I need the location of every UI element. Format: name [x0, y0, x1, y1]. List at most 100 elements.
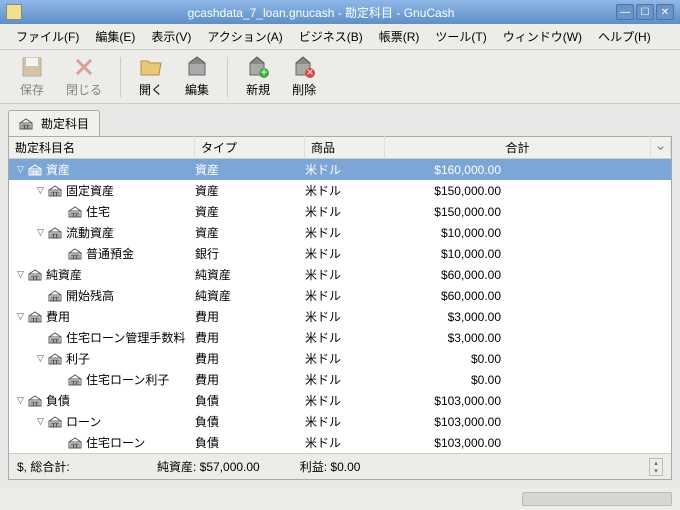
menu-view[interactable]: 表示(V): [143, 25, 199, 48]
column-menu-button[interactable]: [651, 140, 671, 156]
tab-label: 勘定科目: [41, 115, 89, 132]
summary-bar: $, 総合計: 純資産: $57,000.00 利益: $0.00 ▴▾: [9, 453, 671, 479]
open-label: 開く: [139, 81, 163, 98]
account-icon: [48, 185, 62, 197]
column-commodity[interactable]: 商品: [305, 136, 385, 159]
account-type: 負債: [195, 434, 305, 451]
account-name: 普通預金: [86, 245, 134, 262]
menu-business[interactable]: ビジネス(B): [291, 25, 371, 48]
maximize-button[interactable]: ☐: [636, 4, 654, 20]
account-type: 資産: [195, 203, 305, 220]
progress-placeholder: [522, 492, 672, 506]
account-name-cell: 住宅ローン管理手数料: [15, 329, 195, 346]
account-icon: [48, 332, 62, 344]
column-type[interactable]: タイプ: [195, 136, 305, 159]
expand-toggle[interactable]: ▽: [15, 395, 26, 406]
account-commodity: 米ドル: [305, 434, 385, 451]
account-icon: [28, 311, 42, 323]
summary-dropdown[interactable]: ▴▾: [649, 458, 663, 476]
account-name-cell: ▽資産: [15, 161, 195, 178]
account-total: $3,000.00: [385, 310, 671, 324]
delete-icon: ×: [292, 55, 316, 79]
expand-toggle[interactable]: ▽: [35, 353, 46, 364]
toolbar: 保存 閉じる 開く 編集 + 新規 × 削除: [0, 50, 680, 104]
folder-open-icon: [139, 55, 163, 79]
account-icon: [28, 395, 42, 407]
account-row[interactable]: 住宅ローン負債米ドル$103,000.00: [9, 432, 671, 453]
account-row[interactable]: ▽利子費用米ドル$0.00: [9, 348, 671, 369]
open-button[interactable]: 開く: [129, 51, 173, 102]
menu-help[interactable]: ヘルプ(H): [590, 25, 659, 48]
account-name: 住宅ローン管理手数料: [66, 329, 185, 346]
tab-accounts[interactable]: 勘定科目: [8, 110, 100, 136]
account-commodity: 米ドル: [305, 266, 385, 283]
account-name: 流動資産: [66, 224, 114, 241]
expand-toggle: [35, 290, 46, 301]
account-commodity: 米ドル: [305, 308, 385, 325]
account-row[interactable]: 住宅ローン利子費用米ドル$0.00: [9, 369, 671, 390]
column-name[interactable]: 勘定科目名: [9, 136, 195, 159]
summary-profit: 利益: $0.00: [300, 458, 361, 475]
account-commodity: 米ドル: [305, 161, 385, 178]
account-row[interactable]: ▽固定資産資産米ドル$150,000.00: [9, 180, 671, 201]
account-total: $150,000.00: [385, 184, 671, 198]
account-name-cell: ▽費用: [15, 308, 195, 325]
app-icon: [6, 4, 22, 20]
menu-edit[interactable]: 編集(E): [87, 25, 143, 48]
minimize-button[interactable]: —: [616, 4, 634, 20]
account-icon: [48, 290, 62, 302]
column-total[interactable]: 合計: [385, 136, 651, 159]
menu-reports[interactable]: 帳票(R): [371, 25, 428, 48]
expand-toggle[interactable]: ▽: [35, 227, 46, 238]
expand-toggle[interactable]: ▽: [15, 269, 26, 280]
account-icon: [68, 206, 82, 218]
account-row[interactable]: 開始残高純資産米ドル$60,000.00: [9, 285, 671, 306]
account-icon: [68, 248, 82, 260]
account-row[interactable]: 普通預金銀行米ドル$10,000.00: [9, 243, 671, 264]
account-commodity: 米ドル: [305, 245, 385, 262]
account-row[interactable]: ▽負債負債米ドル$103,000.00: [9, 390, 671, 411]
account-name-cell: ▽ 負債: [15, 392, 195, 409]
toolbar-separator: [227, 57, 228, 97]
close-label: 閉じる: [66, 81, 102, 98]
account-commodity: 米ドル: [305, 224, 385, 241]
account-total: $160,000.00: [385, 163, 671, 177]
expand-toggle: [55, 206, 66, 217]
menu-file[interactable]: ファイル(F): [8, 25, 87, 48]
expand-toggle[interactable]: ▽: [15, 164, 26, 175]
expand-toggle[interactable]: ▽: [35, 185, 46, 196]
new-button[interactable]: + 新規: [236, 51, 280, 102]
menu-tools[interactable]: ツール(T): [427, 25, 494, 48]
summary-currency[interactable]: $, 総合計:: [17, 458, 117, 475]
account-row[interactable]: ▽純資産純資産米ドル$60,000.00: [9, 264, 671, 285]
menu-windows[interactable]: ウィンドウ(W): [495, 25, 590, 48]
status-bar: [0, 488, 680, 510]
account-commodity: 米ドル: [305, 329, 385, 346]
account-row[interactable]: ▽資産資産米ドル$160,000.00: [9, 159, 671, 180]
account-row[interactable]: ▽費用費用米ドル$3,000.00: [9, 306, 671, 327]
expand-toggle[interactable]: ▽: [35, 416, 46, 427]
account-row[interactable]: ▽ローン負債米ドル$103,000.00: [9, 411, 671, 432]
account-total: $103,000.00: [385, 415, 671, 429]
account-icon: [48, 416, 62, 428]
account-row[interactable]: 住宅資産米ドル$150,000.00: [9, 201, 671, 222]
edit-label: 編集: [185, 81, 209, 98]
account-row[interactable]: ▽流動資産資産米ドル$10,000.00: [9, 222, 671, 243]
account-name-cell: 住宅ローン: [15, 434, 195, 451]
menu-actions[interactable]: アクション(A): [199, 25, 290, 48]
expand-toggle[interactable]: ▽: [15, 311, 26, 322]
account-name: 負債: [46, 392, 70, 409]
account-commodity: 米ドル: [305, 371, 385, 388]
close-window-button[interactable]: ✕: [656, 4, 674, 20]
account-type: 銀行: [195, 245, 305, 262]
account-commodity: 米ドル: [305, 350, 385, 367]
account-row[interactable]: 住宅ローン管理手数料費用米ドル$3,000.00: [9, 327, 671, 348]
edit-button[interactable]: 編集: [175, 51, 219, 102]
account-name-cell: ▽純資産: [15, 266, 195, 283]
account-type: 純資産: [195, 287, 305, 304]
close-icon: [72, 55, 96, 79]
account-name: 固定資産: [66, 182, 114, 199]
account-total: $10,000.00: [385, 226, 671, 240]
svg-text:×: ×: [307, 65, 314, 79]
delete-button[interactable]: × 削除: [282, 51, 326, 102]
